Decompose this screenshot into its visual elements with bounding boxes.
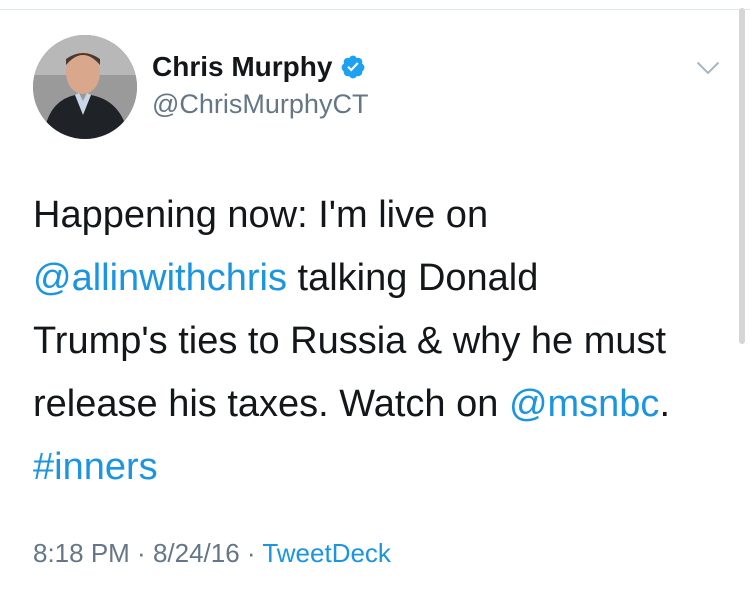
mention-link-msnbc[interactable]: @msnbc (509, 383, 660, 425)
tweet-text: Happening now: I'm live on @allinwithchr… (33, 184, 733, 499)
tweet-text-segment: Happening now: I'm live on (33, 194, 489, 236)
meta-separator: · (239, 538, 263, 568)
verified-badge-icon (342, 55, 365, 79)
tweet-date[interactable]: 8/24/16 (153, 538, 240, 568)
tweet-line: release his taxes. Watch on @msnbc. (33, 373, 733, 436)
top-divider (0, 9, 750, 10)
avatar-image (33, 35, 137, 139)
mention-link-allinwithchris[interactable]: @allinwithchris (33, 257, 287, 299)
tweet-source-link[interactable]: TweetDeck (262, 538, 391, 568)
tweet-line: @allinwithchris talking Donald (33, 247, 733, 310)
avatar[interactable] (33, 35, 137, 139)
author-display-name[interactable]: Chris Murphy (152, 51, 332, 83)
author-name-row[interactable]: Chris Murphy (152, 51, 366, 83)
tweet-text-segment: . (659, 383, 670, 425)
tweet-line: Happening now: I'm live on (33, 184, 733, 247)
tweet-line: #inners (33, 436, 733, 499)
tweet-meta: 8:18 PM · 8/24/16 · TweetDeck (33, 538, 391, 569)
tweet-text-segment: release his taxes. Watch on (33, 383, 509, 425)
tweet-line: Trump's ties to Russia & why he must (33, 310, 733, 373)
author-handle[interactable]: @ChrisMurphyCT (152, 89, 368, 120)
tweet-time[interactable]: 8:18 PM (33, 538, 130, 568)
hashtag-link-inners[interactable]: #inners (33, 446, 158, 488)
chevron-down-icon[interactable] (694, 54, 722, 82)
meta-separator: · (129, 538, 153, 568)
scrollbar[interactable] (739, 8, 745, 344)
tweet-text-segment: Trump's ties to Russia & why he must (33, 320, 667, 362)
tweet-text-segment: talking Donald (286, 257, 539, 299)
